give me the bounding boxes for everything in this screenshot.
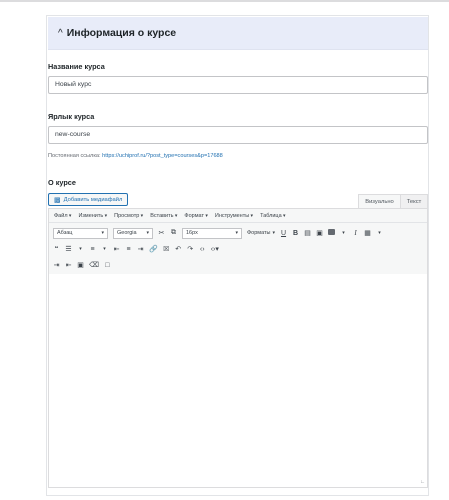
tab-visual[interactable]: Визуально — [358, 194, 401, 208]
font-value: Georgia — [117, 230, 137, 236]
redo-icon[interactable]: ↷ — [187, 245, 194, 253]
bold-icon[interactable]: B — [292, 230, 299, 237]
editor-toolbar: Абзац ▾ Georgia ▾ ✂ ⧉ 16px ▾ Форматы ▾ U … — [49, 223, 427, 274]
paragraph-select[interactable]: Абзац ▾ — [53, 227, 108, 239]
toolbar-row-2: “ ☰ ▾ ≡ ▾ ⇤ ≡ ⇥ 🔗 ☒ ↶ ↷ ‹› ‹›▾ — [53, 242, 219, 256]
chevron-down-icon: ▾ — [101, 230, 104, 236]
media-icon: ▩ — [54, 196, 61, 204]
section-header[interactable]: ^ Информация о курсе — [48, 17, 428, 50]
chevron-down-icon[interactable]: ▾ — [376, 230, 383, 236]
course-name-input[interactable]: Новый курс — [48, 76, 428, 94]
chevron-down-icon[interactable]: ▾ — [77, 246, 84, 252]
menu-tools[interactable]: Инструменты — [215, 213, 253, 219]
blockquote-icon[interactable]: “ — [53, 246, 60, 253]
image-icon[interactable]: ▣ — [316, 229, 323, 237]
menu-edit[interactable]: Изменить — [78, 213, 107, 219]
tab-text[interactable]: Текст — [400, 194, 428, 208]
justify-icon[interactable]: ▤ — [304, 229, 311, 237]
bullet-list-icon[interactable]: ☰ — [65, 245, 72, 253]
color-swatch — [328, 229, 336, 235]
chevron-down-icon: ▾ — [235, 230, 238, 236]
toolbar-row-1: Абзац ▾ Georgia ▾ ✂ ⧉ 16px ▾ Форматы ▾ U … — [53, 226, 383, 240]
code-dropdown-icon[interactable]: ‹›▾ — [211, 245, 219, 253]
course-slug-label: Ярлык курса — [48, 112, 95, 121]
course-name-label: Название курса — [48, 62, 105, 71]
add-media-button[interactable]: ▩ Добавить медиафайл — [48, 193, 129, 206]
permalink: Постоянная ссылка: https://uchiprof.ru/?… — [48, 153, 223, 159]
chevron-up-icon[interactable]: ^ — [58, 28, 63, 39]
formats-select[interactable]: Форматы ▾ — [247, 230, 275, 236]
italic-icon[interactable]: I — [352, 229, 359, 237]
align-center-icon[interactable]: ≡ — [125, 246, 132, 253]
chevron-down-icon: ▾ — [146, 230, 149, 236]
undo-icon[interactable]: ↶ — [175, 245, 182, 253]
align-right-icon[interactable]: ⇥ — [137, 245, 144, 253]
scissors-icon[interactable]: ✂ — [158, 229, 165, 237]
content-editor[interactable]: Файл Изменить Просмотр Вставить Формат И… — [48, 208, 428, 488]
permalink-link[interactable]: https://uchiprof.ru/?post_type=courses&p… — [102, 153, 223, 159]
outdent-icon[interactable]: ⇤ — [65, 261, 72, 269]
menu-table[interactable]: Таблица — [260, 213, 285, 219]
bookmark-icon[interactable]: □ — [104, 262, 111, 269]
media-library-icon[interactable]: ▣ — [77, 261, 84, 269]
section-title: Информация о курсе — [66, 27, 177, 39]
about-label: О курсе — [48, 178, 76, 187]
unlink-icon[interactable]: ☒ — [163, 245, 170, 253]
link-icon[interactable]: 🔗 — [149, 245, 158, 253]
chevron-down-icon[interactable]: ▾ — [340, 230, 347, 236]
formats-label: Форматы — [247, 230, 271, 236]
editor-menubar: Файл Изменить Просмотр Вставить Формат И… — [49, 209, 427, 223]
align-left-icon[interactable]: ⇤ — [113, 245, 120, 253]
code-icon[interactable]: ‹› — [199, 246, 206, 253]
numbered-list-icon[interactable]: ≡ — [89, 246, 96, 253]
toolbar-row-3: ⇥ ⇤ ▣ ⌫ □ — [53, 258, 111, 272]
paragraph-value: Абзац — [57, 230, 73, 236]
menu-format[interactable]: Формат — [184, 213, 207, 219]
menu-view[interactable]: Просмотр — [114, 213, 143, 219]
indent-icon[interactable]: ⇥ — [53, 261, 60, 269]
resize-handle-icon[interactable]: ∟ — [420, 479, 425, 485]
top-divider — [0, 0, 449, 2]
underline-icon[interactable]: U — [280, 230, 287, 237]
permalink-prefix: Постоянная ссылка: — [48, 153, 101, 159]
copy-icon[interactable]: ⧉ — [170, 229, 177, 237]
course-slug-input[interactable]: new-course — [48, 126, 428, 144]
font-size-value: 16px — [186, 230, 198, 236]
text-color-icon[interactable] — [328, 229, 336, 237]
table-icon[interactable]: ▦ — [364, 229, 371, 237]
font-size-select[interactable]: 16px ▾ — [182, 227, 242, 239]
add-media-label: Добавить медиафайл — [63, 196, 123, 203]
menu-insert[interactable]: Вставить — [150, 213, 177, 219]
chevron-down-icon: ▾ — [272, 230, 276, 236]
chevron-down-icon[interactable]: ▾ — [101, 246, 108, 252]
font-select[interactable]: Georgia ▾ — [113, 227, 153, 239]
menu-file[interactable]: Файл — [54, 213, 71, 219]
clear-format-icon[interactable]: ⌫ — [89, 261, 99, 269]
